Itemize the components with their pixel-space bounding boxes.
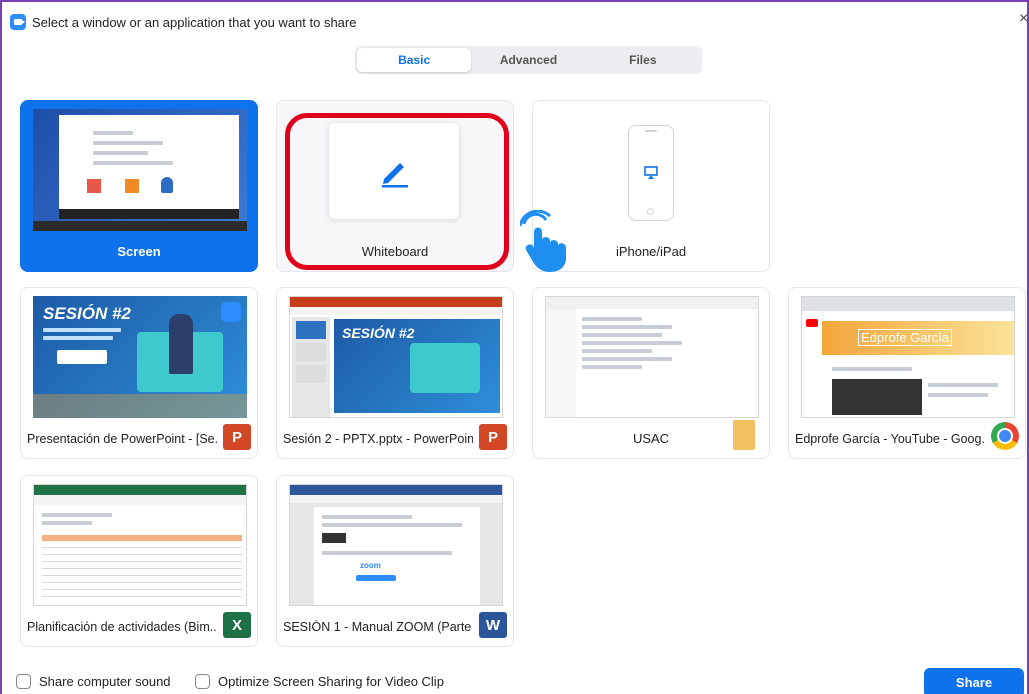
tab-files[interactable]: Files [586, 48, 700, 72]
share-sound-checkbox[interactable] [16, 674, 31, 689]
optimize-video-checkbox[interactable] [195, 674, 210, 689]
thumb-title: SESIÓN #2 [342, 325, 415, 341]
excel-thumbnail [33, 484, 247, 606]
youtube-thumbnail: Edprofe García [801, 296, 1015, 418]
tile-ppt-presentation[interactable]: SESIÓN #2 Presentación de PowerPoint - [… [20, 287, 258, 459]
excel-icon: X [223, 612, 251, 638]
tile-word[interactable]: zoom SESIÓN 1 - Manual ZOOM (Parte ... W [276, 475, 514, 647]
share-button[interactable]: Share [924, 668, 1024, 694]
screen-thumbnail [33, 109, 247, 231]
zoom-app-icon [10, 14, 26, 30]
tile-youtube[interactable]: Edprofe García Edprofe García - YouTube … [788, 287, 1026, 459]
tab-basic[interactable]: Basic [357, 48, 472, 72]
chrome-icon [991, 422, 1019, 450]
share-sound-label: Share computer sound [39, 674, 171, 689]
tile-label-word: SESIÓN 1 - Manual ZOOM (Parte ... [283, 620, 473, 634]
tab-bar: Basic Advanced Files [355, 46, 702, 74]
close-icon[interactable]: × [1019, 10, 1029, 28]
tile-excel[interactable]: Planificación de actividades (Bim... X [20, 475, 258, 647]
tile-usac[interactable]: USAC [532, 287, 770, 459]
ppt-sesion2-thumbnail: SESIÓN #2 [289, 296, 503, 418]
optimize-video-option[interactable]: Optimize Screen Sharing for Video Clip [195, 674, 444, 689]
tile-label-ppt-sesion2: Sesión 2 - PPTX.pptx - PowerPoint [283, 432, 473, 446]
whiteboard-highlight-outline [285, 113, 509, 270]
tile-label-screen: Screen [117, 244, 161, 259]
pointing-hand-icon [520, 210, 566, 272]
share-sound-option[interactable]: Share computer sound [16, 674, 171, 689]
thumb-banner: Edprofe García [858, 329, 953, 346]
powerpoint-icon: P [223, 424, 251, 450]
tab-advanced[interactable]: Advanced [471, 48, 585, 72]
folder-icon [733, 420, 755, 450]
phone-icon [628, 125, 674, 221]
ppt-presentation-thumbnail: SESIÓN #2 [33, 296, 247, 418]
word-thumbnail: zoom [289, 484, 503, 606]
tile-screen[interactable]: Screen [20, 100, 258, 272]
dialog-title: Select a window or an application that y… [32, 14, 357, 30]
airplay-icon [644, 166, 658, 179]
usac-thumbnail [545, 296, 759, 418]
title-bar: Select a window or an application that y… [10, 12, 356, 32]
powerpoint-icon: P [479, 424, 507, 450]
word-icon: W [479, 612, 507, 638]
tile-label-excel: Planificación de actividades (Bim... [27, 620, 217, 634]
tile-label-youtube: Edprofe García - YouTube - Goog... [795, 432, 985, 446]
tile-ppt-sesion2[interactable]: SESIÓN #2 Sesión 2 - PPTX.pptx - PowerPo… [276, 287, 514, 459]
optimize-video-label: Optimize Screen Sharing for Video Clip [218, 674, 444, 689]
tile-label-ppt-presentation: Presentación de PowerPoint - [Se... [27, 432, 217, 446]
thumb-title: SESIÓN #2 [43, 304, 131, 323]
thumb-zoom-logo: zoom [360, 561, 381, 570]
